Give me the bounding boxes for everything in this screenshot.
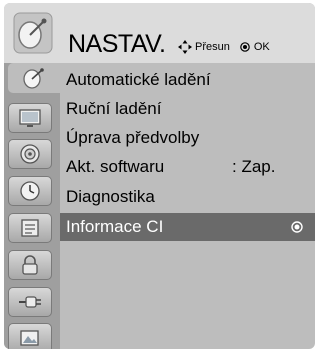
tab-usb[interactable] xyxy=(8,323,52,349)
menu-header: NASTAV. Přesun OK xyxy=(4,3,315,63)
menu-item-label: Akt. softwaru xyxy=(66,157,165,176)
menu-item-label: Diagnostika xyxy=(66,187,155,206)
tab-setup[interactable] xyxy=(8,63,60,93)
selected-indicator-icon xyxy=(291,221,303,233)
satellite-dish-icon xyxy=(13,12,53,54)
menu-item-auto-tuning[interactable]: Automatické ladění xyxy=(60,66,315,94)
input-cable-icon xyxy=(19,296,41,308)
speaker-icon xyxy=(20,144,40,164)
tab-picture[interactable] xyxy=(8,103,52,133)
setup-menu-panel: NASTAV. Přesun OK Automatické ladění Ruč… xyxy=(4,3,315,349)
satellite-dish-icon xyxy=(23,68,44,89)
tab-input[interactable] xyxy=(8,287,52,317)
menu-item-label: Informace CI xyxy=(66,217,164,236)
clock-icon xyxy=(20,181,40,201)
photo-icon xyxy=(20,330,39,346)
ok-hint-label: OK xyxy=(253,41,270,53)
menu-item-label: Ruční ladění xyxy=(66,99,162,118)
move-arrows-icon xyxy=(178,40,192,54)
tab-audio[interactable] xyxy=(8,139,52,169)
category-rail xyxy=(4,63,60,349)
page-title: NASTAV. xyxy=(68,30,166,58)
lock-options-icon xyxy=(21,219,39,237)
setup-menu-list: Automatické ladění Ruční ladění Úprava p… xyxy=(60,63,315,349)
menu-item-manual-tuning[interactable]: Ruční ladění xyxy=(60,95,315,123)
menu-item-program-edit[interactable]: Úprava předvolby xyxy=(60,124,315,152)
screen-icon xyxy=(19,109,41,127)
tab-option[interactable] xyxy=(8,213,52,243)
tab-lock[interactable] xyxy=(8,250,52,280)
tab-time[interactable] xyxy=(8,176,52,206)
ok-button-icon xyxy=(240,42,250,52)
menu-item-diagnostics[interactable]: Diagnostika xyxy=(60,183,315,211)
move-hint-label: Přesun xyxy=(195,41,230,53)
menu-item-software-update[interactable]: Akt. softwaru : Zap. xyxy=(60,153,315,181)
menu-item-ci-information[interactable]: Informace CI xyxy=(60,213,315,241)
menu-item-label: Automatické ladění xyxy=(66,70,211,89)
menu-item-label: Úprava předvolby xyxy=(66,128,200,147)
software-update-value: : Zap. xyxy=(232,157,276,176)
navigation-hint: Přesun OK xyxy=(178,40,270,54)
padlock-icon xyxy=(22,255,38,275)
